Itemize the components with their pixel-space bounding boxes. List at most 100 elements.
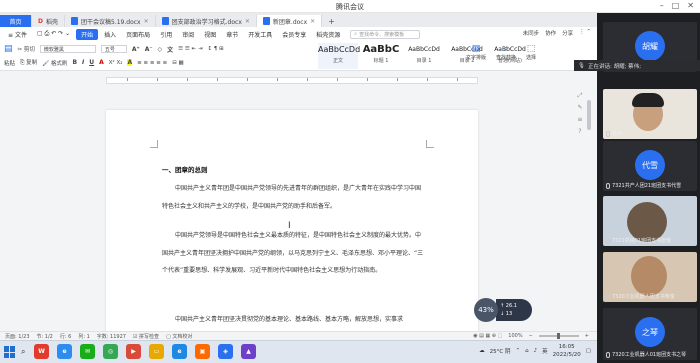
- menu-start[interactable]: 开始: [76, 28, 99, 40]
- participant-tile[interactable]: 代雪 7321共产人团21班团支书代雪: [603, 141, 697, 191]
- tab-document-active[interactable]: 新团章.docx ✕: [256, 15, 323, 27]
- ime-indicator[interactable]: 英: [542, 347, 548, 355]
- clock[interactable]: 16:05 2022/5/20: [553, 343, 581, 359]
- menu-insert[interactable]: 插入: [100, 30, 120, 39]
- close-icon[interactable]: ✕: [310, 18, 315, 25]
- underline-icon[interactable]: U: [89, 59, 94, 66]
- close-icon[interactable]: ✕: [144, 18, 149, 25]
- participant-video-tile[interactable]: 7321机械01班团支书张俊: [603, 196, 697, 246]
- close-icon[interactable]: ✕: [687, 1, 694, 10]
- close-icon[interactable]: ✕: [245, 18, 250, 25]
- proofread-button[interactable]: ▢ 文档校对: [166, 333, 192, 340]
- menu-docer-resources[interactable]: 稻壳资源: [312, 30, 344, 39]
- volume-icon[interactable]: ♪: [534, 348, 538, 354]
- participant-tile[interactable]: 之琴 7320工业机器人01班团支书之琴: [603, 308, 697, 360]
- tab-document[interactable]: 团干会议稿5.19.docx ✕: [65, 15, 156, 27]
- italic-icon[interactable]: I: [82, 59, 84, 66]
- notification-icon[interactable]: ▢: [586, 348, 591, 354]
- borders-icon[interactable]: ⊟ ▦: [172, 60, 184, 66]
- proofread-label: 文档校对: [172, 333, 193, 340]
- tray-arrow-icon[interactable]: ⌃: [515, 348, 520, 354]
- tab-document[interactable]: 团支部政治学习格式.docx ✕: [156, 15, 257, 27]
- menu-file[interactable]: ≡ 文件: [4, 30, 31, 39]
- text-layout-button[interactable]: ▤ 文字排版: [466, 44, 486, 61]
- cut-button[interactable]: ✂ 剪切: [18, 45, 35, 53]
- zoom-out-icon[interactable]: −: [529, 333, 533, 339]
- new-tab-button[interactable]: +: [322, 15, 341, 27]
- vertical-scrollbar[interactable]: [587, 90, 593, 330]
- paste-icon[interactable]: ▤: [4, 44, 13, 54]
- taskbar-app-office-icon[interactable]: ▣: [195, 344, 210, 359]
- scrollbar-thumb[interactable]: [587, 100, 591, 130]
- status-words[interactable]: 字数: 11927: [97, 333, 126, 340]
- sidebar-nav-icon[interactable]: ≡: [576, 116, 584, 123]
- network-icon[interactable]: ⌂: [525, 348, 529, 354]
- paste-button[interactable]: 粘贴: [4, 59, 15, 67]
- view-mode-icons[interactable]: ◉ ▤ ▦ ⊕ ⬚: [473, 333, 502, 339]
- format-painter-button[interactable]: 🖌 格式刷: [42, 59, 67, 67]
- sync-status-button[interactable]: 未同步: [523, 29, 540, 37]
- superscript-icon[interactable]: X² X₂: [109, 60, 123, 66]
- align-icons[interactable]: ≡ ≡ ≡ ≡ ≡: [137, 60, 167, 66]
- spell-check-toggle[interactable]: ☑ 拼写检查: [133, 333, 159, 340]
- participant-video-tile[interactable]: 蔡伟: [603, 89, 697, 139]
- grow-font-icon[interactable]: A⁺: [132, 46, 140, 53]
- collaborate-button[interactable]: 协作: [545, 29, 556, 37]
- list-bullets-icon[interactable]: ☰ ☰ ⇤ ⇥: [178, 46, 202, 52]
- taskbar-app-chrome-icon[interactable]: ◎: [103, 344, 118, 359]
- minimize-icon[interactable]: –: [660, 1, 664, 10]
- sidebar-style-icon[interactable]: ✎: [576, 104, 584, 111]
- zoom-slider[interactable]: [538, 333, 579, 339]
- sidebar-select-icon[interactable]: ⤢: [576, 92, 584, 100]
- menu-references[interactable]: 引用: [156, 30, 176, 39]
- font-size-select[interactable]: 五号: [100, 45, 127, 53]
- status-page[interactable]: 页面: 1/23: [5, 333, 30, 340]
- shrink-font-icon[interactable]: A⁻: [145, 46, 153, 53]
- taskbar-app-wps-icon[interactable]: W: [34, 344, 49, 359]
- style-toc-1[interactable]: AaBbCcDd 目录 1: [404, 43, 444, 69]
- taskbar-app-edge-icon[interactable]: e: [172, 344, 187, 359]
- menu-page-layout[interactable]: 页面布局: [122, 30, 154, 39]
- tab-docer[interactable]: D 稻壳: [32, 15, 65, 27]
- zoom-slider-thumb[interactable]: [556, 333, 560, 339]
- bold-icon[interactable]: B: [72, 59, 77, 66]
- menu-member[interactable]: 会员专享: [278, 30, 310, 39]
- taskbar-app-browser-icon[interactable]: e: [57, 344, 72, 359]
- weather-text[interactable]: 25°C 阴: [490, 347, 511, 355]
- more-icon[interactable]: ⋮ ⌃: [579, 29, 591, 37]
- select-button[interactable]: ⬚ 选择: [526, 44, 536, 61]
- find-replace-button[interactable]: ⌕ 查找替换: [496, 44, 516, 61]
- sidebar-help-icon[interactable]: ?: [576, 128, 584, 135]
- highlight-icon[interactable]: A: [127, 59, 133, 66]
- tab-home[interactable]: 首页: [0, 15, 32, 27]
- clear-format-icon[interactable]: ◇: [158, 46, 163, 53]
- menu-developer[interactable]: 开发工具: [244, 30, 276, 39]
- taskbar-app-video-icon[interactable]: ▶: [126, 344, 141, 359]
- style-heading-1[interactable]: AaBbC 标题 1: [361, 43, 401, 69]
- toolbar-quick-icons[interactable]: ▢ ⎙ ↶ ↷ ⌄: [33, 30, 74, 38]
- status-line: 行: 6: [59, 333, 72, 340]
- taskbar-app-photos-icon[interactable]: ▲: [241, 344, 256, 359]
- taskbar-app-folder-icon[interactable]: ▭: [149, 344, 164, 359]
- phonetic-icon[interactable]: 文: [167, 45, 173, 54]
- participant-video-tile[interactable]: 7320工业机器人团支书朱俊: [603, 252, 697, 302]
- command-search[interactable]: ⌕ 查找命令、搜索模板: [350, 29, 421, 39]
- style-normal[interactable]: AaBbCcDd 正文: [318, 43, 360, 69]
- menu-review[interactable]: 审阅: [178, 30, 198, 39]
- taskbar-app-wechat-icon[interactable]: ✉: [80, 344, 95, 359]
- maximize-icon[interactable]: □: [672, 1, 680, 10]
- taskbar-app-tencent-meeting-icon[interactable]: ◈: [218, 344, 233, 359]
- sort-icon[interactable]: ↕ ¶ ⊞: [207, 46, 223, 52]
- share-button[interactable]: 分享: [562, 29, 573, 37]
- search-icon[interactable]: ⌕: [21, 347, 25, 357]
- font-name-select[interactable]: 微软雅黑: [39, 45, 96, 53]
- zoom-level[interactable]: 100%: [508, 333, 522, 339]
- menu-section[interactable]: 章节: [222, 30, 242, 39]
- document-page[interactable]: 一、团章的总则 中国共产主义青年团是中国共产党领导的先进青年的群团组织，是广大青…: [106, 110, 478, 340]
- menu-view[interactable]: 视图: [200, 30, 220, 39]
- zoom-in-icon[interactable]: +: [585, 333, 589, 339]
- windows-start-icon[interactable]: [4, 346, 16, 358]
- font-color-icon[interactable]: A: [99, 59, 104, 66]
- network-speed-widget[interactable]: ↑ 26.1 ↓ 13 43%: [474, 298, 532, 322]
- copy-button[interactable]: ⎘ 复制: [20, 58, 37, 67]
